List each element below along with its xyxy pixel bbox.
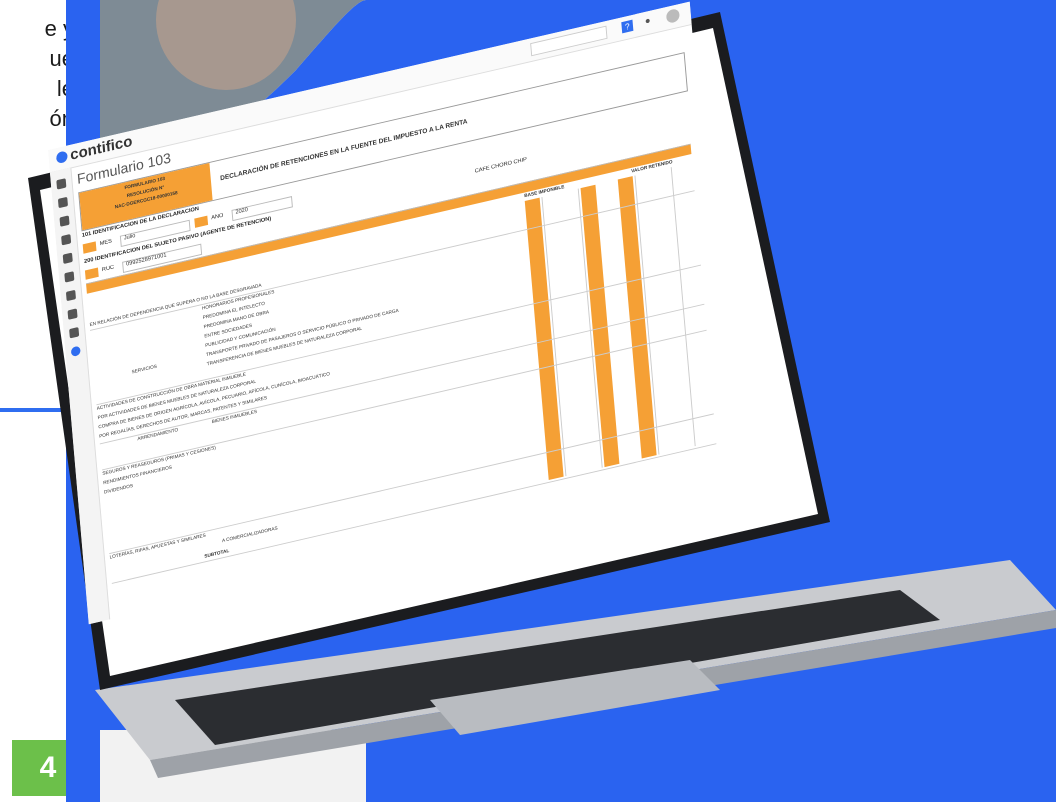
ruc-label: RUC [101, 264, 115, 274]
payroll-icon[interactable] [65, 289, 76, 302]
logo-icon [55, 150, 68, 165]
taxes-icon[interactable] [70, 345, 81, 358]
razon-social: CAFE CHORO CHIP [474, 156, 528, 175]
anio-label: AÑO [211, 212, 224, 222]
row-label: SERVICIOS [131, 363, 158, 376]
inventory-icon[interactable] [61, 233, 72, 246]
reports-icon[interactable] [69, 326, 80, 339]
field-tag [84, 267, 99, 280]
money-icon[interactable] [67, 308, 78, 320]
accounting-icon[interactable] [64, 271, 75, 283]
avatar-icon[interactable] [665, 7, 680, 24]
row-label: TRANSPORTE PRIVADO DE PASAJEROS O SERVIC… [205, 308, 399, 359]
form-title: DECLARACIÓN DE RETENCIONES EN LA FUENTE … [219, 118, 468, 183]
banks-icon[interactable] [62, 252, 73, 265]
field-tag [194, 215, 209, 228]
purchases-icon[interactable] [59, 215, 70, 227]
row-label: A COMERCIALIZADORAS [221, 525, 278, 545]
dashboard-icon[interactable] [56, 178, 67, 190]
sales-icon[interactable] [57, 196, 68, 209]
row-label: LOTERÍAS, RIFAS, APUESTAS Y SIMILARES [109, 532, 207, 561]
help-icon[interactable]: ? [621, 19, 634, 34]
mes-label: MES [99, 238, 113, 248]
field-tag [82, 241, 97, 254]
bell-icon[interactable]: ● [642, 15, 654, 29]
